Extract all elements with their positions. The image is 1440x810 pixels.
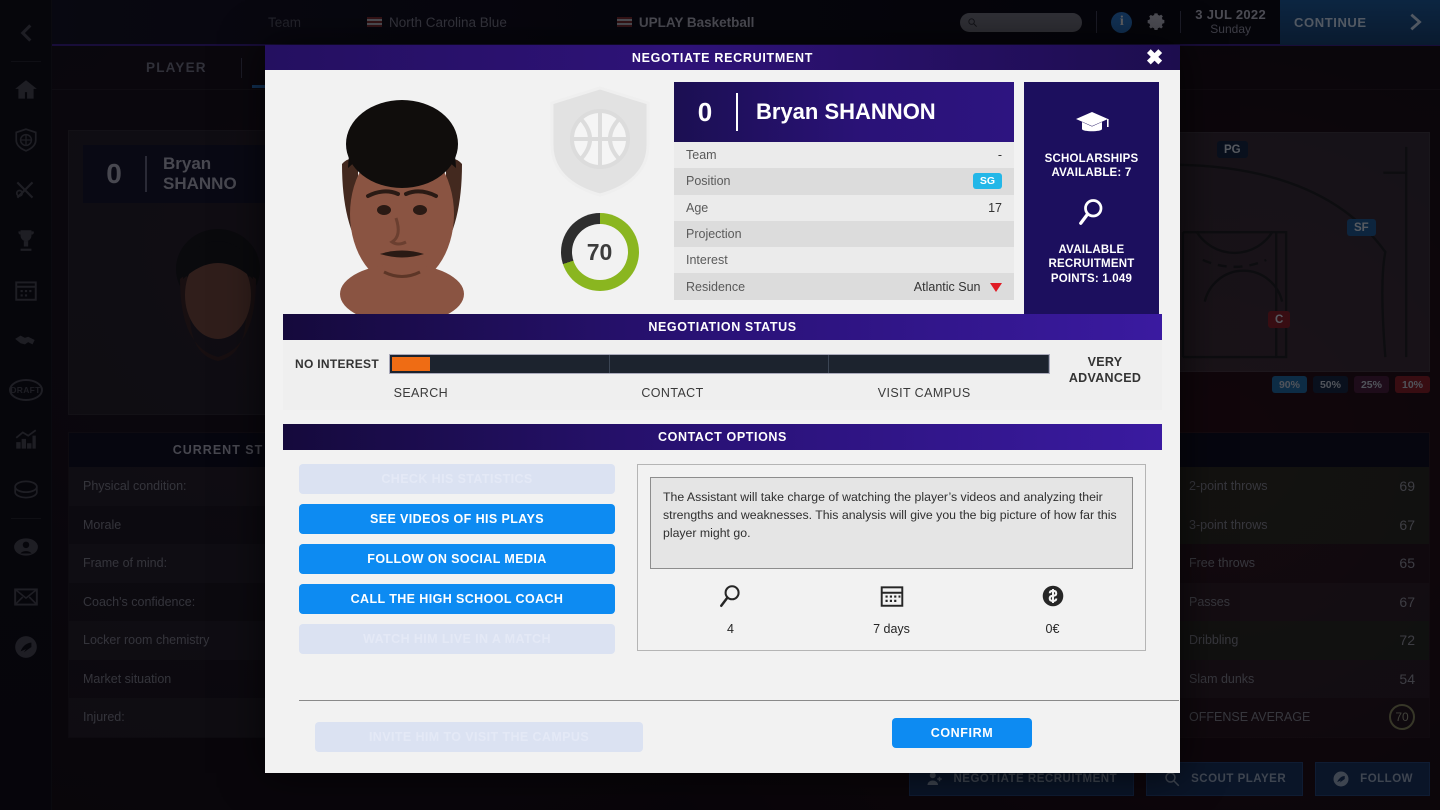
info-row-residence: Residence Atlantic Sun — [674, 273, 1014, 299]
info-value: 17 — [988, 201, 1002, 215]
points-line-2: RECRUITMENT — [1049, 257, 1135, 271]
info-row-team: Team - — [674, 142, 1014, 168]
info-row-position: Position SG — [674, 168, 1014, 194]
player-summary-section: 70 0 Bryan SHANNON Team - Position SG — [265, 70, 1180, 314]
cost-item-money: 0€ — [972, 583, 1133, 636]
points-line-3: POINTS: 1.049 — [1049, 272, 1135, 286]
info-label: Residence — [686, 280, 745, 294]
position-badge: SG — [973, 173, 1002, 189]
residence-value: Atlantic Sun — [914, 280, 981, 294]
last-option-wrapper: INVITE HIM TO VISIT THE CAMPUS — [315, 722, 643, 752]
option-see-videos[interactable]: SEE VIDEOS OF HIS PLAYS — [299, 504, 615, 534]
option-description-text: The Assistant will take charge of watchi… — [650, 477, 1133, 569]
progress-segment-contact — [610, 355, 830, 373]
option-check-statistics: CHECK HIS STATISTICS — [299, 464, 615, 494]
cost-item-points: 4 — [650, 583, 811, 636]
overall-rating-value: 70 — [572, 224, 628, 280]
scholarships-text: SCHOLARSHIPS AVAILABLE: 7 — [1045, 152, 1139, 181]
recruitment-points-text: AVAILABLE RECRUITMENT POINTS: 1.049 — [1049, 243, 1135, 286]
section-divider — [299, 700, 1179, 701]
info-label: Team — [686, 148, 717, 162]
calendar-icon — [879, 583, 905, 609]
team-shield-placeholder-icon — [544, 84, 656, 199]
player-number: 0 — [674, 97, 736, 128]
info-label: Position — [686, 174, 730, 188]
stage-visit-campus: VISIT CAMPUS — [798, 386, 1050, 400]
confirm-button[interactable]: CONFIRM — [892, 718, 1032, 748]
magnifier-icon — [1077, 197, 1107, 227]
negotiation-status-body: NO INTEREST SEARCH CONTACT VISIT CAMPUS … — [283, 340, 1162, 410]
option-invite-campus-visit: INVITE HIM TO VISIT THE CAMPUS — [315, 722, 643, 752]
progress-fill — [392, 357, 430, 371]
negotiate-recruitment-dialog: NEGOTIATE RECRUITMENT ✖ — [265, 45, 1180, 773]
dialog-title: NEGOTIATE RECRUITMENT — [632, 51, 813, 65]
info-label: Projection — [686, 227, 742, 241]
magnifier-icon — [718, 583, 744, 609]
scholarships-panel: SCHOLARSHIPS AVAILABLE: 7 AVAILABLE RECR… — [1024, 82, 1159, 314]
info-row-age: Age 17 — [674, 195, 1014, 221]
cost-duration-value: 7 days — [811, 622, 972, 636]
cost-item-duration: 7 days — [811, 583, 972, 636]
badge-and-rating: 70 — [527, 82, 672, 291]
contact-options-body: CHECK HIS STATISTICS SEE VIDEOS OF HIS P… — [283, 450, 1162, 773]
progress-segment-visit — [829, 355, 1049, 373]
very-advanced-label: VERY ADVANCED — [1050, 354, 1150, 400]
option-watch-live-match: WATCH HIM LIVE IN A MATCH — [299, 624, 615, 654]
arrow-down-icon — [990, 283, 1002, 292]
scholarships-line-1: SCHOLARSHIPS — [1045, 152, 1139, 166]
negotiation-progress-area: NO INTEREST SEARCH CONTACT VISIT CAMPUS — [295, 354, 1050, 400]
player-name-header: 0 Bryan SHANNON — [674, 82, 1014, 142]
points-line-1: AVAILABLE — [1049, 243, 1135, 257]
no-interest-label: NO INTEREST — [295, 357, 379, 371]
negotiation-status-header: NEGOTIATION STATUS — [283, 314, 1162, 340]
player-avatar — [277, 82, 527, 314]
info-row-projection: Projection — [674, 221, 1014, 247]
dialog-title-bar: NEGOTIATE RECRUITMENT ✖ — [265, 45, 1180, 70]
negotiation-stage-labels: SEARCH CONTACT VISIT CAMPUS — [295, 386, 1050, 400]
negotiation-bar-row: NO INTEREST — [295, 354, 1050, 374]
player-info-panel: 0 Bryan SHANNON Team - Position SG Age 1… — [674, 82, 1014, 300]
option-cost-row: 4 7 days — [650, 583, 1133, 638]
stage-contact: CONTACT — [547, 386, 799, 400]
graduation-cap-icon — [1075, 110, 1109, 136]
info-value-wrap: Atlantic Sun — [914, 280, 1002, 294]
confirm-wrapper: CONFIRM — [892, 718, 1032, 748]
contact-options-header: CONTACT OPTIONS — [283, 424, 1162, 450]
cost-money-value: 0€ — [972, 622, 1133, 636]
info-row-interest: Interest — [674, 247, 1014, 273]
player-name: Bryan SHANNON — [738, 99, 936, 125]
close-icon[interactable]: ✖ — [1146, 47, 1164, 68]
option-follow-social-media[interactable]: FOLLOW ON SOCIAL MEDIA — [299, 544, 615, 574]
info-label: Interest — [686, 253, 728, 267]
scholarships-line-2: AVAILABLE: 7 — [1045, 166, 1139, 180]
option-call-high-school-coach[interactable]: CALL THE HIGH SCHOOL COACH — [299, 584, 615, 614]
option-description-card: The Assistant will take charge of watchi… — [637, 464, 1146, 651]
info-value: - — [998, 148, 1002, 162]
app-root: DRAFT Team — [0, 0, 1440, 810]
stage-search: SEARCH — [295, 386, 547, 400]
coin-icon — [1040, 583, 1066, 609]
info-label: Age — [686, 201, 708, 215]
negotiation-progress-bar — [389, 354, 1050, 374]
overall-rating-ring: 70 — [561, 213, 639, 291]
cost-points-value: 4 — [650, 622, 811, 636]
